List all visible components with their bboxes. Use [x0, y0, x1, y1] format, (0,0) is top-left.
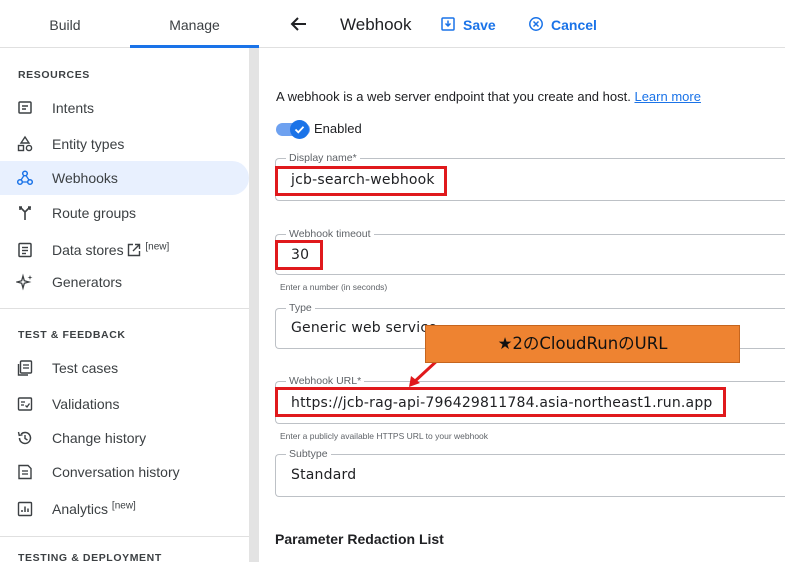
- highlight-webhook-url: [275, 387, 726, 417]
- cancel-label: Cancel: [551, 17, 597, 33]
- data-stores-icon: [18, 242, 32, 258]
- new-badge: [new]: [111, 500, 136, 512]
- sidebar-divider: [0, 308, 249, 309]
- type-value: Generic web service: [291, 320, 438, 336]
- url-hint: Enter a publicly available HTTPS URL to …: [280, 431, 489, 441]
- sidebar-item-conversation-history[interactable]: Conversation history: [0, 455, 249, 489]
- sidebar-item-data-stores[interactable]: Data stores [new]: [0, 233, 249, 267]
- sidebar-item-analytics[interactable]: Analytics [new]: [0, 492, 249, 526]
- type-label: Type: [286, 302, 315, 314]
- cancel-button[interactable]: Cancel: [528, 0, 603, 48]
- sidebar-item-label: Conversation history: [52, 464, 180, 480]
- webhooks-icon: [16, 170, 34, 186]
- main-panel: Webhook Save Cancel A webhook is a web s…: [259, 0, 785, 562]
- sidebar-scrollbar[interactable]: [249, 48, 259, 562]
- sidebar-item-label: Entity types: [52, 136, 125, 152]
- back-arrow-icon[interactable]: [289, 14, 309, 34]
- tab-manage[interactable]: Manage: [130, 0, 259, 48]
- page-header: Webhook Save Cancel: [259, 0, 785, 48]
- resources-header: RESOURCES: [18, 69, 90, 81]
- webhook-url-label: Webhook URL*: [286, 375, 365, 387]
- subtype-value: Standard: [291, 467, 357, 483]
- top-nav-tabs: Build Manage: [0, 0, 259, 48]
- parameter-redaction-title: Parameter Redaction List: [275, 531, 444, 547]
- cancel-icon: [529, 17, 543, 31]
- sidebar-item-label: Intents: [52, 100, 95, 116]
- sidebar-item-intents[interactable]: Intents: [0, 91, 249, 125]
- subtype-select[interactable]: Subtype Standard: [275, 448, 785, 497]
- page-title: Webhook: [340, 15, 412, 34]
- save-icon: [441, 17, 455, 31]
- sidebar-item-label: Validations: [52, 396, 120, 412]
- enabled-toggle[interactable]: [276, 120, 310, 139]
- webhook-timeout-label: Webhook timeout: [286, 228, 374, 240]
- annotation-callout: ★2のCloudRunのURL: [425, 325, 740, 363]
- sidebar-item-label: Generators: [52, 274, 123, 290]
- open-in-new-icon: [128, 243, 141, 257]
- test-cases-icon: [17, 360, 33, 376]
- sidebar-item-route-groups[interactable]: Route groups: [0, 196, 249, 230]
- display-name-label: Display name*: [286, 152, 360, 164]
- sidebar-item-test-cases[interactable]: Test cases: [0, 351, 249, 385]
- subtype-label: Subtype: [286, 448, 331, 460]
- check-icon: [294, 126, 305, 134]
- learn-more-link[interactable]: Learn more: [634, 89, 700, 104]
- sidebar-item-entity-types[interactable]: Entity types: [0, 127, 249, 161]
- sidebar: Build Manage RESOURCES Intents Entity ty…: [0, 0, 259, 562]
- webhook-timeout-field[interactable]: Webhook timeout 30: [275, 228, 785, 275]
- sidebar-item-label: Analytics [new]: [52, 500, 136, 517]
- sidebar-item-generators[interactable]: Generators: [0, 265, 249, 299]
- test-feedback-header: TEST & FEEDBACK: [18, 329, 126, 341]
- save-button[interactable]: Save: [440, 0, 500, 48]
- sidebar-item-label: Data stores [new]: [52, 241, 170, 258]
- conversation-history-icon: [18, 464, 32, 480]
- sidebar-item-change-history[interactable]: Change history: [0, 421, 249, 455]
- validations-icon: [17, 397, 33, 411]
- sidebar-item-webhooks[interactable]: Webhooks: [0, 161, 249, 195]
- sidebar-item-label: Webhooks: [52, 170, 118, 186]
- sidebar-item-validations[interactable]: Validations: [0, 387, 249, 421]
- highlight-timeout: [275, 240, 323, 270]
- tab-build[interactable]: Build: [0, 0, 130, 48]
- webhook-description: A webhook is a web server endpoint that …: [276, 89, 701, 104]
- history-icon: [17, 431, 32, 445]
- analytics-icon: [17, 501, 33, 517]
- highlight-display-name: [275, 166, 447, 196]
- sidebar-divider: [0, 536, 249, 537]
- entity-types-icon: [17, 135, 33, 152]
- sidebar-item-label: Route groups: [52, 205, 137, 221]
- sidebar-item-label: Change history: [52, 430, 147, 446]
- save-label: Save: [463, 17, 496, 33]
- new-badge: [new]: [145, 241, 170, 253]
- testing-deployment-header: TESTING & DEPLOYMENT: [18, 552, 162, 562]
- active-tab-indicator: [130, 45, 259, 48]
- toggle-thumb: [290, 120, 309, 139]
- timeout-hint: Enter a number (in seconds): [280, 282, 388, 292]
- enabled-label: Enabled: [314, 121, 362, 136]
- sidebar-item-label: Test cases: [52, 360, 119, 376]
- intents-icon: [18, 101, 32, 114]
- route-groups-icon: [19, 206, 31, 220]
- generators-icon: [16, 273, 33, 291]
